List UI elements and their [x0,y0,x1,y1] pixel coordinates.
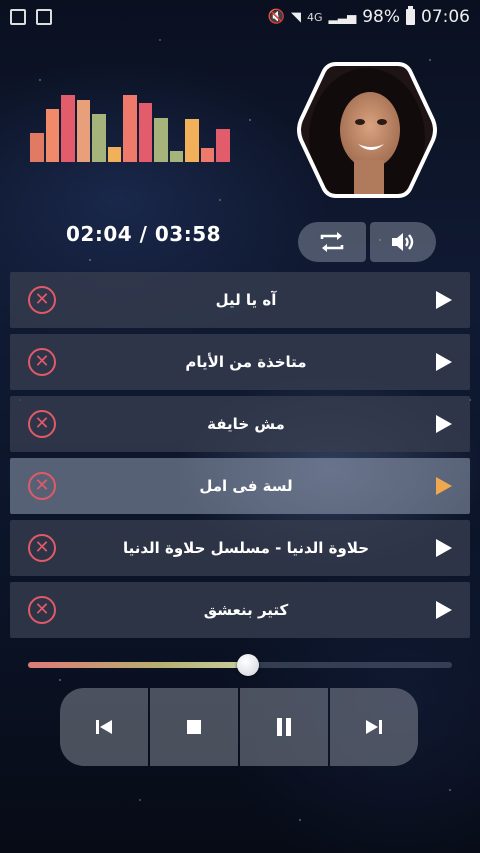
visualizer-bar [76,100,91,162]
previous-button[interactable] [60,688,148,766]
network-type: 4G [306,10,323,24]
track-title: مش خايفة [207,415,285,433]
delete-icon[interactable]: ✕ [28,348,56,376]
playlist: ✕ آه يا ليل ✕ متاخذة من الأيام ✕ مش خايف… [10,272,470,644]
track-title: آه يا ليل [215,291,277,309]
playlist-row[interactable]: ✕ آه يا ليل [10,272,470,328]
gallery-icon [36,9,52,25]
visualizer-bar [123,95,137,162]
artist-photo [297,62,437,198]
repeat-button[interactable] [298,222,366,262]
clock: 07:06 [421,7,470,27]
visualizer-bar [200,148,215,162]
visualizer-bar [92,114,106,162]
visualizer-bar [61,95,75,162]
playlist-row-active[interactable]: ✕ لسة فى امل [10,458,470,514]
play-icon[interactable] [436,415,452,433]
next-button[interactable] [330,688,418,766]
playlist-row[interactable]: ✕ متاخذة من الأيام [10,334,470,390]
delete-icon[interactable]: ✕ [28,286,56,314]
visualizer-bar [45,109,60,162]
delete-icon[interactable]: ✕ [28,596,56,624]
volume-button[interactable] [370,222,436,262]
battery-icon [406,6,415,25]
audio-visualizer [30,86,230,162]
playback-time: 02:04 / 03:58 [66,222,222,246]
play-icon[interactable] [436,539,452,557]
visualizer-bar [30,133,44,162]
visualizer-bar [138,103,153,162]
mute-icon: 🔇 [267,9,285,25]
visualizer-bar [185,119,199,162]
stop-icon [187,720,201,734]
track-title: كتير بنعشق [203,601,289,619]
pause-button[interactable] [240,688,328,766]
play-icon[interactable] [436,291,452,309]
playlist-row[interactable]: ✕ كتير بنعشق [10,582,470,638]
battery-percent: 98% [362,7,400,27]
artist-avatar [296,60,438,200]
seek-bar-progress [28,662,248,668]
playlist-row[interactable]: ✕ مش خايفة [10,396,470,452]
status-bar: 🔇 ◥ 4G ▂▃▅ 98% 07:06 [0,0,480,34]
play-icon[interactable] [436,601,452,619]
play-icon[interactable] [436,477,452,495]
playlist-row[interactable]: ✕ حلاوة الدنيا - مسلسل حلاوة الدنيا [10,520,470,576]
notification-icon [10,9,26,25]
track-title: لسة فى امل [199,477,293,495]
signal-icon: ▂▃▅ [328,10,357,24]
play-icon[interactable] [436,353,452,371]
stop-button[interactable] [150,688,238,766]
skip-next-icon [366,720,382,734]
volume-icon [392,233,414,251]
skip-previous-icon [96,720,112,734]
repeat-icon [320,232,344,252]
delete-icon[interactable]: ✕ [28,410,56,438]
visualizer-bar [107,147,122,162]
visualizer-bar [169,151,184,162]
player-controls [60,688,418,766]
seek-bar[interactable] [28,654,452,676]
wifi-icon: ◥ [290,9,301,25]
delete-icon[interactable]: ✕ [28,534,56,562]
track-title: متاخذة من الأيام [185,353,307,371]
track-title: حلاوة الدنيا - مسلسل حلاوة الدنيا [122,539,370,557]
visualizer-bar [216,129,230,162]
pause-icon [277,718,291,736]
delete-icon[interactable]: ✕ [28,472,56,500]
visualizer-bar [154,118,168,162]
seek-bar-thumb[interactable] [237,654,259,676]
